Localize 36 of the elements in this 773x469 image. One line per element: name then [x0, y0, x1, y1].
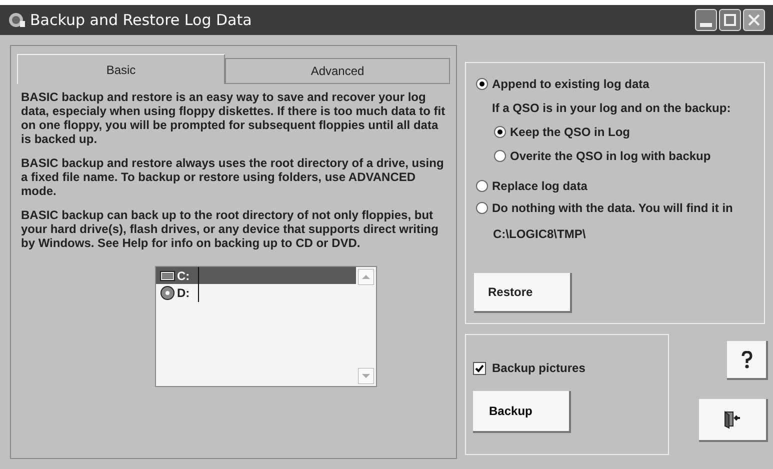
drive-list[interactable]: C: D: — [155, 266, 377, 387]
hint-text: If a QSO is in your log and on the backup: — [492, 100, 732, 117]
minimize-button[interactable] — [695, 9, 717, 31]
description-paragraph: BASIC backup can back up to the root directory of not only floppies, but your hard drive(s), flash drives, or any device that supports direct writing by Windows. See Help for info on backing up to CD or DVD. — [21, 208, 440, 250]
description-paragraph: BASIC backup and restore always uses the root directory of a drive, using a fixed file name. To backup or restore using folders, use ADVANCED mode. — [21, 156, 445, 198]
backup-button[interactable]: Backup — [473, 391, 571, 433]
drive-label: C: — [177, 266, 199, 284]
disc-icon — [160, 286, 175, 300]
help-button[interactable] — [727, 341, 768, 380]
description-paragraph: BASIC backup and restore is an easy way to save and recover your log data, especialy when using floppy diskettes. If there is too much data to fit on one floppy, you will be prompted for subsequent floppies until all data is backed up. — [21, 90, 446, 146]
tab[interactable]: Basic — [17, 54, 225, 84]
door-icon — [724, 410, 742, 428]
merge-option-radio[interactable]: Keep the QSO in Log — [494, 123, 754, 141]
drive-item[interactable]: C: — [156, 267, 356, 284]
exit-button[interactable] — [699, 399, 768, 442]
drive-item[interactable]: D: — [156, 284, 356, 301]
close-icon — [748, 14, 760, 26]
window-title: Backup and Restore Log Data — [30, 10, 252, 31]
scroll-down-icon[interactable] — [358, 368, 374, 384]
scroll-up-icon[interactable] — [358, 269, 374, 285]
tab[interactable]: Advanced — [225, 58, 450, 84]
restore-option-radio[interactable]: Do nothing with the data. You will find it in — [476, 199, 754, 217]
maximize-icon — [724, 14, 736, 26]
minimize-icon — [700, 23, 712, 27]
close-button[interactable] — [743, 9, 765, 31]
app-icon — [8, 12, 26, 28]
drive-label: D: — [177, 284, 199, 302]
backup-pictures-checkbox[interactable]: Backup pictures — [473, 359, 661, 377]
restore-button[interactable]: Restore — [474, 273, 572, 313]
maximize-button[interactable] — [719, 9, 741, 31]
restore-option-radio[interactable]: Append to existing log data — [476, 75, 754, 93]
path-text: C:\LOGIC8\TMP\ — [493, 226, 587, 243]
hard-drive-icon — [160, 270, 175, 282]
merge-option-radio[interactable]: Overite the QSO in log with backup — [494, 147, 754, 165]
restore-option-radio[interactable]: Replace log data — [476, 177, 754, 195]
help-icon — [740, 350, 752, 368]
